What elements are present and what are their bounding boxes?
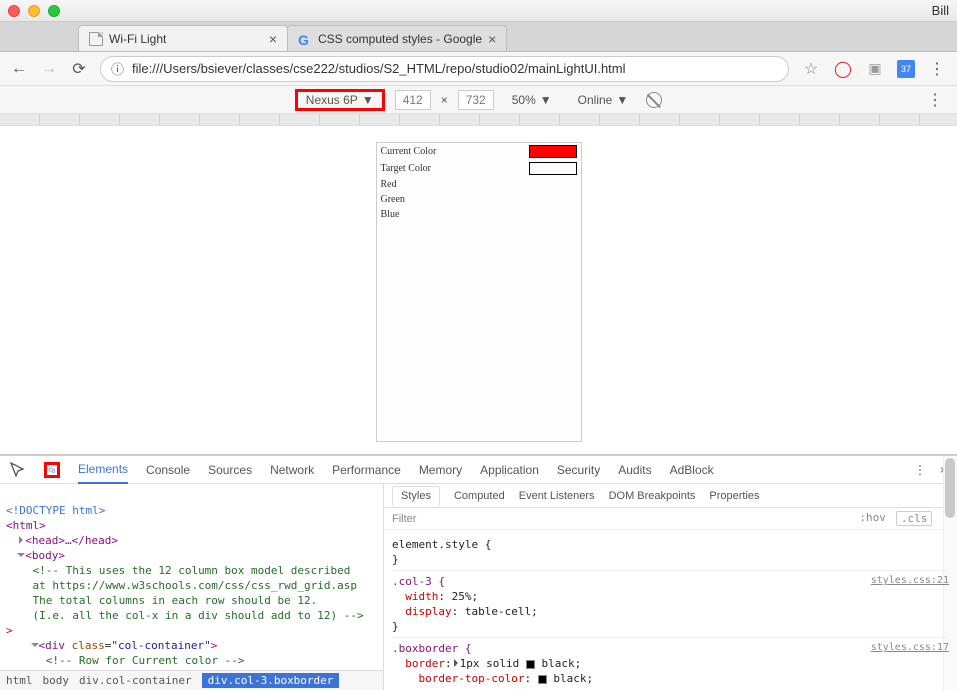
forward-button[interactable]: → <box>40 60 58 78</box>
color-swatch-icon <box>538 675 547 684</box>
devtools-tabs: Elements Console Sources Network Perform… <box>0 456 957 484</box>
rule-boxborder: styles.css:17 .boxborder { border:1px so… <box>392 638 949 689</box>
close-tab-icon[interactable]: × <box>269 31 277 47</box>
row-green: Green <box>377 192 581 207</box>
breadcrumb-item[interactable]: body <box>43 674 70 687</box>
dropdown-icon: ▼ <box>616 93 628 107</box>
dropdown-icon: ▼ <box>540 93 552 107</box>
row-target-color: Target Color <box>377 160 581 177</box>
close-window-button[interactable] <box>8 5 20 17</box>
hov-toggle[interactable]: :hov <box>859 511 886 526</box>
breadcrumb[interactable]: html body div.col-container div.col-3.bo… <box>0 670 383 690</box>
info-icon[interactable]: ⓘ <box>111 59 124 78</box>
breadcrumb-item[interactable]: html <box>6 674 33 687</box>
emulated-viewport: Current Color Target Color Red Green Blu… <box>0 126 957 454</box>
window-titlebar: Bill <box>0 0 957 22</box>
back-button[interactable]: ← <box>10 60 28 78</box>
device-menu-icon[interactable]: ⋮ <box>927 90 943 110</box>
tab-adblock[interactable]: AdBlock <box>670 463 714 477</box>
label: Red <box>381 179 577 190</box>
color-swatch-icon <box>526 660 535 669</box>
filter-input[interactable]: Filter <box>392 513 416 525</box>
tab-event-listeners[interactable]: Event Listeners <box>519 490 595 502</box>
tab-title: CSS computed styles - Google <box>318 32 482 46</box>
times-symbol: × <box>441 93 448 107</box>
rotate-icon[interactable] <box>646 92 662 108</box>
tab-performance[interactable]: Performance <box>332 463 401 477</box>
devtools-panel: Elements Console Sources Network Perform… <box>0 454 957 690</box>
rule-col-3: styles.css:21 .col-3 { width: 25%; displ… <box>392 571 949 638</box>
label: Target Color <box>381 163 529 174</box>
row-current-color: Current Color <box>377 143 581 160</box>
rule-element-style: element.style { } <box>392 534 949 571</box>
label: Blue <box>381 209 577 220</box>
tab-memory[interactable]: Memory <box>419 463 462 477</box>
tab-application[interactable]: Application <box>480 463 539 477</box>
document-icon <box>89 32 103 46</box>
bookmark-star-icon[interactable]: ☆ <box>801 59 821 79</box>
current-color-swatch <box>529 145 577 158</box>
viewport-height-input[interactable] <box>458 90 494 110</box>
label: Current Color <box>381 146 529 157</box>
google-icon: G <box>298 32 312 46</box>
tab-wifi-light[interactable]: Wi-Fi Light × <box>78 25 288 51</box>
reload-button[interactable]: ⟳ <box>70 60 88 78</box>
toggle-device-toolbar-icon[interactable] <box>44 462 60 478</box>
inspect-element-icon[interactable] <box>10 462 26 478</box>
device-toolbar: Nexus 6P ▼ × 50% ▼ Online ▼ ⋮ <box>0 86 957 114</box>
page-content: Current Color Target Color Red Green Blu… <box>376 142 582 442</box>
styles-filter-bar: Filter :hov .cls + <box>384 508 957 530</box>
row-red: Red <box>377 177 581 192</box>
tab-elements[interactable]: Elements <box>78 462 128 484</box>
tab-audits[interactable]: Audits <box>618 463 651 477</box>
zoom-select[interactable]: 50% ▼ <box>504 89 560 111</box>
url-text: file:///Users/bsiever/classes/cse222/stu… <box>132 61 626 76</box>
dropdown-icon: ▼ <box>362 93 374 107</box>
network-select[interactable]: Online ▼ <box>570 89 637 111</box>
elements-tree[interactable]: <!DOCTYPE html> <html> <head>…</head> <b… <box>0 484 384 690</box>
styles-pane: Styles Computed Event Listeners DOM Brea… <box>384 484 957 690</box>
viewport-width-input[interactable] <box>395 90 431 110</box>
opera-extension-icon[interactable]: ◯ <box>833 59 853 79</box>
breadcrumb-item-selected[interactable]: div.col-3.boxborder <box>202 673 340 688</box>
tab-sources[interactable]: Sources <box>208 463 252 477</box>
tab-styles[interactable]: Styles <box>392 486 440 506</box>
tab-dom-breakpoints[interactable]: DOM Breakpoints <box>609 490 696 502</box>
row-blue: Blue <box>377 207 581 222</box>
calendar-extension-icon[interactable]: 37 <box>897 60 915 78</box>
browser-menu-icon[interactable]: ⋮ <box>927 59 947 79</box>
target-color-swatch <box>529 162 577 175</box>
tab-security[interactable]: Security <box>557 463 600 477</box>
maximize-window-button[interactable] <box>48 5 60 17</box>
tab-network[interactable]: Network <box>270 463 314 477</box>
tab-css-computed[interactable]: G CSS computed styles - Google × <box>287 25 507 51</box>
tab-console[interactable]: Console <box>146 463 190 477</box>
device-select[interactable]: Nexus 6P ▼ <box>295 89 385 111</box>
close-tab-icon[interactable]: × <box>488 31 496 47</box>
tab-computed[interactable]: Computed <box>454 490 505 502</box>
label: Green <box>381 194 577 205</box>
traffic-lights <box>8 5 60 17</box>
devtools-menu-icon[interactable]: ⋮ <box>914 463 926 477</box>
tab-title: Wi-Fi Light <box>109 32 166 46</box>
source-link[interactable]: styles.css:21 <box>871 573 949 588</box>
address-bar: ← → ⟳ ⓘ file:///Users/bsiever/classes/cs… <box>0 52 957 86</box>
minimize-window-button[interactable] <box>28 5 40 17</box>
devtools-body: <!DOCTYPE html> <html> <head>…</head> <b… <box>0 484 957 690</box>
user-name: Bill <box>932 3 949 18</box>
ruler <box>0 114 957 126</box>
styles-tabs: Styles Computed Event Listeners DOM Brea… <box>384 484 957 508</box>
evernote-extension-icon[interactable]: ▣ <box>865 59 885 79</box>
source-link[interactable]: styles.css:17 <box>871 640 949 655</box>
breadcrumb-item[interactable]: div.col-container <box>79 674 192 687</box>
css-rules[interactable]: element.style { } styles.css:21 .col-3 {… <box>384 530 957 690</box>
browser-tabs: Wi-Fi Light × G CSS computed styles - Go… <box>0 22 957 52</box>
url-field[interactable]: ⓘ file:///Users/bsiever/classes/cse222/s… <box>100 56 789 82</box>
cls-toggle[interactable]: .cls <box>896 511 933 526</box>
tab-properties[interactable]: Properties <box>709 490 759 502</box>
